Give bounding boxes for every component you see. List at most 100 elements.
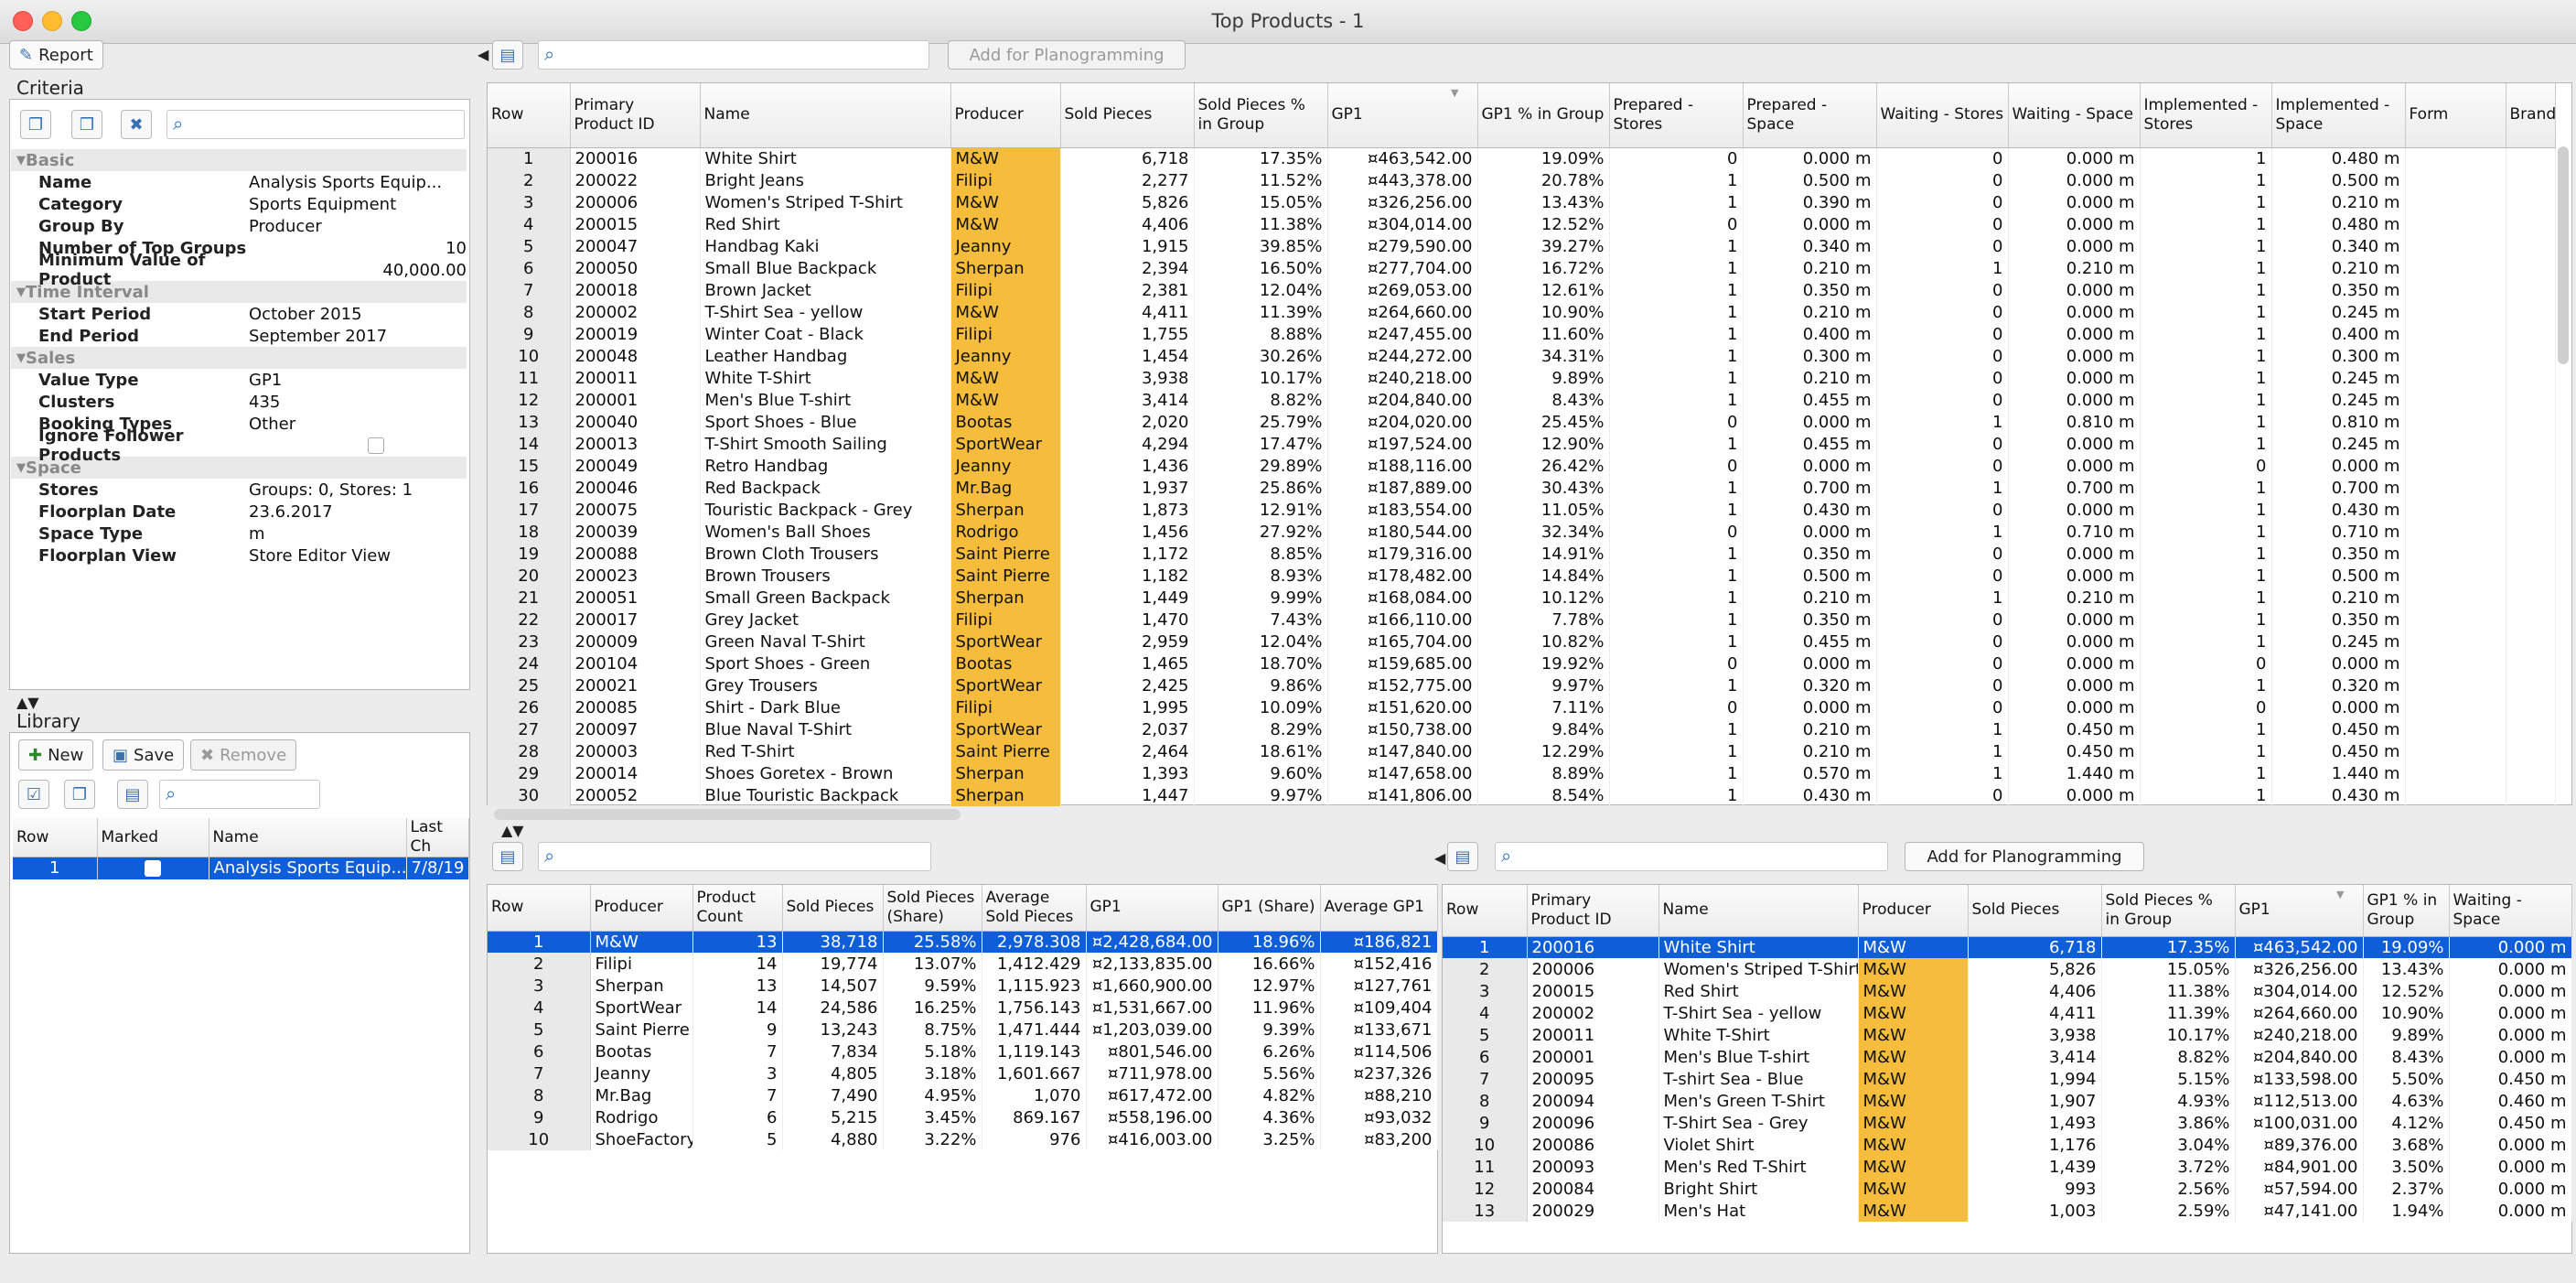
column-header[interactable]: Sold Pieces % in Group <box>1194 83 1328 148</box>
producer-row[interactable]: 9 Rodrigo 6 5,215 3.45% 869.167 ¤558,196.00 4.3… <box>488 1106 1438 1128</box>
column-header[interactable]: Form <box>2405 83 2506 148</box>
column-header[interactable]: Row <box>488 83 571 148</box>
column-header[interactable]: Product Count <box>692 885 783 932</box>
basket-icon[interactable]: ▤ <box>492 40 523 70</box>
column-header[interactable]: Row <box>1443 885 1528 937</box>
duplicate-icon[interactable]: ❐ <box>64 780 95 809</box>
main-search-input[interactable]: ⌕ <box>538 40 929 70</box>
basket-icon[interactable]: ▤ <box>117 780 148 809</box>
criteria-group-header[interactable]: ▼ Sales <box>11 347 467 369</box>
product-row[interactable]: 7 200018 Brown Jacket Filipi 2,381 12.04% ¤269… <box>488 279 2556 301</box>
product-row[interactable]: 17 200075 Touristic Backpack - Grey Sherpan… <box>488 499 2556 521</box>
criteria-row[interactable]: Space Type m <box>11 523 467 544</box>
product-row[interactable]: 2 200022 Bright Jeans Filipi 2,277 11.52% ¤443… <box>488 169 2556 191</box>
disclosure-triangle-icon[interactable]: ▼ <box>16 461 26 475</box>
add-for-planogramming-button[interactable]: Add for Planogramming <box>948 40 1186 70</box>
column-header[interactable]: Last Ch <box>406 818 469 857</box>
product-row[interactable]: 8 200002 T-Shirt Sea - yellow M&W 4,411 11.39… <box>488 301 2556 323</box>
product-row[interactable]: 9 200019 Winter Coat - Black Filipi 1,755 8.8… <box>488 323 2556 345</box>
column-header[interactable]: Waiting - Space <box>2008 83 2141 148</box>
product-row[interactable]: 28 200003 Red T-Shirt Saint Pierre 2,464 18.6… <box>488 740 2556 762</box>
collapse-left-icon[interactable]: ◀ <box>478 46 488 63</box>
clear-icon[interactable]: ✖ <box>121 110 152 139</box>
product-row[interactable]: 25 200021 Grey Trousers SportWear 2,425 9.86%… <box>488 674 2556 696</box>
collapse-left-icon[interactable]: ◀ <box>1434 849 1445 867</box>
product-row[interactable]: 12 200001 Men's Blue T-shirt M&W 3,414 8.82% ¤… <box>488 389 2556 411</box>
column-header[interactable]: Brand <box>2506 83 2556 148</box>
group-product-row[interactable]: 3 200015 Red Shirt M&W 4,406 11.38% ¤304,014.0… <box>1443 980 2572 1002</box>
column-header[interactable]: Producer <box>1858 885 1969 937</box>
library-search-input[interactable]: ⌕ <box>159 780 320 809</box>
criteria-row[interactable]: Minimum Value of Product 40,000.00 <box>11 251 467 289</box>
ignore-follower-checkbox[interactable] <box>368 437 384 454</box>
report-button[interactable]: ✎ Report <box>9 40 103 70</box>
column-header[interactable]: Sold Pieces <box>1060 83 1195 148</box>
product-row[interactable]: 23 200009 Green Naval T-Shirt SportWear 2,95… <box>488 631 2556 652</box>
producer-row[interactable]: 1 M&W 13 38,718 25.58% 2,978.308 ¤2,428,684.00… <box>488 931 1438 953</box>
basket-icon[interactable]: ▤ <box>492 842 523 871</box>
group-product-row[interactable]: 4 200002 T-Shirt Sea - yellow M&W 4,411 11.39… <box>1443 1002 2572 1024</box>
product-row[interactable]: 20 200023 Brown Trousers Saint Pierre 1,182 8… <box>488 565 2556 587</box>
product-row[interactable]: 27 200097 Blue Naval T-Shirt SportWear 2,037… <box>488 718 2556 740</box>
product-row[interactable]: 4 200015 Red Shirt M&W 4,406 11.38% ¤304,014.0… <box>488 213 2556 235</box>
disclosure-triangle-icon[interactable]: ▼ <box>16 286 26 299</box>
criteria-row[interactable]: Ignore Follower Products <box>11 426 467 465</box>
criteria-row[interactable]: Category Sports Equipment <box>11 193 467 215</box>
producer-row[interactable]: 7 Jeanny 3 4,805 3.18% 1,601.667 ¤711,978.00 5.… <box>488 1062 1438 1084</box>
column-header[interactable]: Waiting - Stores <box>1876 83 2009 148</box>
detail-search-input[interactable]: ⌕ <box>1495 842 1888 871</box>
column-header[interactable]: Producer <box>950 83 1061 148</box>
criteria-row[interactable]: Clusters 435 <box>11 391 467 413</box>
column-header[interactable]: Name <box>700 83 951 148</box>
column-header[interactable]: Implemented - Stores <box>2140 83 2272 148</box>
basket-icon[interactable]: ▤ <box>1447 842 1478 871</box>
product-row[interactable]: 16 200046 Red Backpack Mr.Bag 1,937 25.86% ¤18… <box>488 477 2556 499</box>
product-row[interactable]: 19 200088 Brown Cloth Trousers Saint Pierre… <box>488 543 2556 565</box>
new-button[interactable]: ✚ New <box>18 739 94 771</box>
group-product-row[interactable]: 8 200094 Men's Green T-Shirt M&W 1,907 4.93% ¤… <box>1443 1090 2572 1112</box>
column-header[interactable]: GP1 (Share) <box>1218 885 1321 932</box>
product-row[interactable]: 1 200016 White Shirt M&W 6,718 17.35% ¤463,542… <box>488 147 2556 169</box>
criteria-row[interactable]: Value Type GP1 <box>11 369 467 391</box>
column-header[interactable]: Marked <box>97 818 209 857</box>
column-header[interactable]: Primary Product ID <box>570 83 701 148</box>
product-row[interactable]: 29 200014 Shoes Goretex - Brown Sherpan 1,39… <box>488 762 2556 784</box>
producer-row[interactable]: 4 SportWear 14 24,586 16.25% 1,756.143 ¤1,531,… <box>488 997 1438 1019</box>
criteria-row[interactable]: Floorplan View Store Editor View <box>11 544 467 566</box>
criteria-row[interactable]: Start Period October 2015 <box>11 303 467 325</box>
producer-row[interactable]: 8 Mr.Bag 7 7,490 4.95% 1,070 ¤617,472.00 4.82% ¤… <box>488 1084 1438 1106</box>
paste-icon[interactable]: ❒ <box>71 110 102 139</box>
splitter-arrows-icon[interactable]: ▲▼ <box>16 694 39 711</box>
product-row[interactable]: 11 200011 White T-Shirt M&W 3,938 10.17% ¤240,… <box>488 367 2556 389</box>
group-product-row[interactable]: 10 200086 Violet Shirt M&W 1,176 3.04% ¤89,376… <box>1443 1134 2572 1156</box>
producer-row[interactable]: 6 Bootas 7 7,834 5.18% 1,119.143 ¤801,546.00 6.… <box>488 1040 1438 1062</box>
product-row[interactable]: 30 200052 Blue Touristic Backpack Sherpan 1,… <box>488 784 2556 806</box>
group-product-row[interactable]: 7 200095 T-shirt Sea - Blue M&W 1,994 5.15% ¤1… <box>1443 1068 2572 1090</box>
group-product-row[interactable]: 2 200006 Women's Striped T-Shirt M&W 5,826 15… <box>1443 958 2572 980</box>
column-header[interactable]: Sold Pieces (Share) <box>883 885 982 932</box>
main-horizontal-scrollbar[interactable] <box>494 809 961 820</box>
remove-button[interactable]: ✖ Remove <box>190 739 297 771</box>
group-product-row[interactable]: 6 200001 Men's Blue T-shirt M&W 3,414 8.82% ¤2… <box>1443 1046 2572 1068</box>
column-header[interactable]: GP1 % in Group <box>1477 83 1610 148</box>
column-header[interactable]: Sold Pieces % in Group <box>2101 885 2236 937</box>
column-header[interactable]: GP1 ▼ <box>2235 885 2364 937</box>
product-row[interactable]: 3 200006 Women's Striped T-Shirt M&W 5,826 15… <box>488 191 2556 213</box>
column-header[interactable]: Average Sold Pieces <box>982 885 1087 932</box>
criteria-search-input[interactable]: ⌕ <box>166 110 465 139</box>
group-product-row[interactable]: 1 200016 White Shirt M&W 6,718 17.35% ¤463,542… <box>1443 936 2572 958</box>
criteria-row[interactable]: Group By Producer <box>11 215 467 237</box>
marked-checkbox[interactable] <box>145 860 161 878</box>
product-row[interactable]: 15 200049 Retro Handbag Jeanny 1,436 29.89% ¤1… <box>488 455 2556 477</box>
product-row[interactable]: 13 200040 Sport Shoes - Blue Bootas 2,020 25.… <box>488 411 2556 433</box>
product-row[interactable]: 22 200017 Grey Jacket Filipi 1,470 7.43% ¤166,… <box>488 609 2556 631</box>
product-row[interactable]: 21 200051 Small Green Backpack Sherpan 1,449… <box>488 587 2556 609</box>
column-header[interactable]: Waiting - Space <box>2449 885 2572 937</box>
column-header[interactable]: Average GP1 <box>1320 885 1438 932</box>
disclosure-triangle-icon[interactable]: ▼ <box>16 351 26 365</box>
product-row[interactable]: 6 200050 Small Blue Backpack Sherpan 2,394 16… <box>488 257 2556 279</box>
mark-icon[interactable]: ☑ <box>18 780 49 809</box>
product-row[interactable]: 18 200039 Women's Ball Shoes Rodrigo 1,456 27… <box>488 521 2556 543</box>
column-header[interactable]: Row <box>488 885 591 932</box>
group-product-row[interactable]: 5 200011 White T-Shirt M&W 3,938 10.17% ¤240,2… <box>1443 1024 2572 1046</box>
